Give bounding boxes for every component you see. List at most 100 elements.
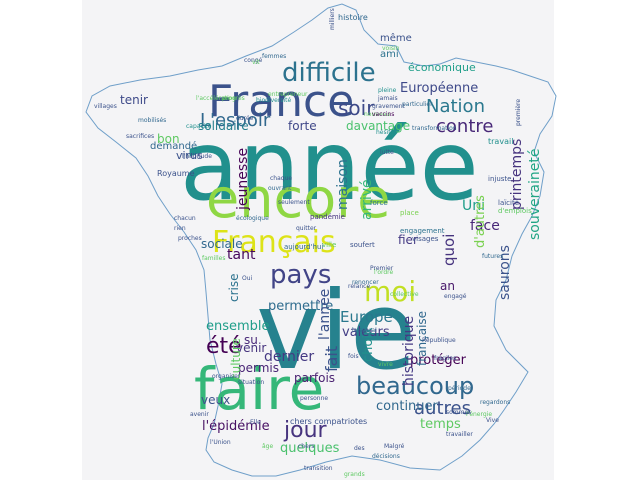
cloud-word: ensemble [206, 319, 270, 334]
cloud-word: quoi [440, 233, 458, 266]
cloud-word: Elle [250, 419, 261, 426]
cloud-word: Européenne [400, 81, 479, 96]
cloud-word: grands [344, 471, 365, 478]
cloud-word: mobilisés [138, 117, 167, 124]
cloud-word: avenir [190, 411, 209, 418]
cloud-word: vaccins [372, 111, 395, 118]
cloud-word: transformation [412, 125, 457, 132]
cloud-word: place [400, 209, 419, 217]
cloud-word: femmes [262, 53, 287, 60]
cloud-word: vit [252, 59, 260, 66]
cloud-word: laisserai [352, 327, 377, 334]
cloud-word: capacité [186, 123, 212, 130]
cloud-word: travailler [446, 431, 473, 438]
cloud-word: première [515, 98, 522, 126]
cloud-word: futures [482, 253, 504, 260]
cloud-word: an [440, 279, 455, 293]
cloud-word: forte [288, 119, 317, 133]
cloud-word: Oui [242, 275, 253, 282]
cloud-word: hésité [376, 129, 395, 136]
cloud-word: lutte [380, 149, 394, 156]
cloud-word: injuste [488, 175, 512, 183]
cloud-word: fait [322, 345, 341, 372]
cloud-word: vivre [378, 361, 393, 368]
cloud-word: écologique [236, 215, 269, 222]
cloud-word: même [380, 33, 412, 44]
cloud-word: soufert [350, 241, 375, 249]
cloud-word: maison [335, 159, 351, 210]
cloud-word: chers compatriotes [290, 417, 368, 426]
cloud-word: collective [390, 291, 419, 298]
cloud-word: veux [201, 393, 231, 407]
word-cloud: année vie encore France faire Français diffici… [0, 0, 640, 480]
cloud-word: République [422, 337, 456, 344]
cloud-word: d'emplois [498, 207, 532, 215]
cloud-word: sommes [446, 409, 472, 416]
cloud-word: villages [94, 103, 117, 110]
cloud-word: travail [488, 137, 514, 146]
cloud-word: décisions [372, 453, 400, 460]
cloud-word: Vive [486, 417, 499, 424]
cloud-word: ouvrant [268, 185, 292, 192]
cloud-word: laïcité [498, 199, 520, 207]
cloud-word: visages [412, 235, 439, 243]
cloud-word: durée [236, 115, 254, 122]
cloud-word: fois [348, 353, 359, 360]
cloud-word: pandémie [310, 213, 345, 221]
cloud-word: sacrifices [126, 133, 155, 140]
cloud-word: période [448, 385, 471, 392]
cloud-word: voisin [382, 45, 400, 52]
cloud-word: rien [174, 225, 186, 232]
cloud-word: des [354, 445, 365, 452]
cloud-word: jamais [378, 95, 398, 102]
cloud-word: tenir [120, 93, 148, 107]
cloud-word: âge [262, 443, 274, 450]
cloud-word: difficile [282, 58, 376, 88]
cloud-word: engagement [400, 227, 445, 235]
cloud-word: pleine [378, 87, 397, 94]
cloud-word: particulier [402, 101, 433, 108]
cloud-word: renoncer [352, 279, 379, 286]
cloud-word: d'autres [473, 195, 488, 248]
cloud-word: aujourd'hui [284, 243, 324, 251]
cloud-word: ville [322, 241, 337, 249]
cloud-word: situation [238, 379, 265, 386]
cloud-word: chacun [174, 215, 196, 222]
cloud-word: économique [408, 61, 476, 74]
word-cloud-image: année vie encore France faire Français diffici… [0, 0, 640, 480]
cloud-word: Nation [426, 96, 485, 117]
cloud-word: transition [304, 465, 333, 472]
cloud-word: permis [238, 361, 279, 375]
cloud-word: organiser [212, 373, 241, 380]
cloud-word: milliers [329, 8, 336, 30]
cloud-word: familles [202, 255, 226, 262]
cloud-word: crise [227, 273, 241, 303]
cloud-word: parfois [294, 371, 336, 385]
cloud-word: biodiversité [256, 97, 292, 104]
cloud-word: histoire [338, 13, 368, 22]
cloud-word: engagé [444, 293, 467, 300]
cloud-word: continuer [376, 399, 438, 414]
cloud-word: chers [298, 443, 315, 450]
cloud-word: regardons [480, 399, 511, 406]
cloud-word: proches [178, 235, 202, 242]
cloud-word: l'Union [210, 439, 231, 446]
cloud-word: chaque [270, 175, 293, 182]
cloud-word: pays [270, 260, 332, 290]
cloud-word: l'ordre [374, 269, 394, 276]
cloud-word: gravement [372, 103, 405, 110]
cloud-word: Europe [340, 308, 393, 326]
cloud-word: sociale [201, 237, 243, 251]
cloud-word: l'accélération [196, 95, 237, 102]
cloud-word: Royaume [157, 169, 195, 178]
cloud-word: fragiles [434, 355, 457, 362]
cloud-word: quitter [296, 225, 317, 232]
cloud-word: force [370, 199, 388, 207]
cloud-word: jeunesse [235, 147, 251, 210]
cloud-word: temps [420, 417, 461, 432]
cloud-word: historique [401, 315, 417, 386]
cloud-word: seulement [278, 199, 310, 206]
cloud-word: l'habitude [182, 153, 212, 160]
cloud-word: souveraineté [527, 148, 543, 240]
cloud-word: l'année [317, 288, 333, 340]
